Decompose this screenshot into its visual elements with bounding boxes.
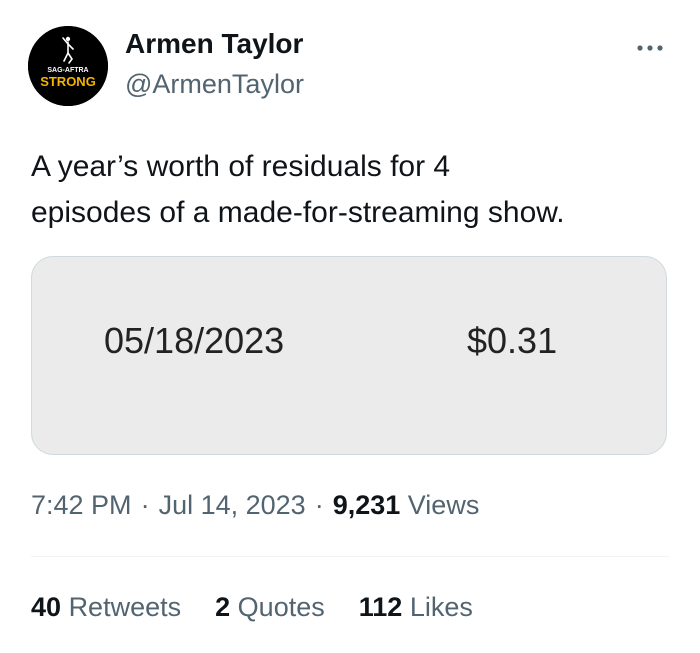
views[interactable]: 9,231 Views [333, 490, 480, 520]
meta-separator: · [314, 490, 324, 520]
display-name[interactable]: Armen Taylor [125, 27, 303, 61]
tweet-meta: 7:42 PM · Jul 14, 2023 · 9,231 Views [31, 488, 479, 522]
views-count: 9,231 [332, 490, 401, 520]
retweets-count: 40 [31, 592, 62, 622]
more-options-button[interactable] [628, 30, 672, 66]
quotes-stat[interactable]: 2 Quotes [215, 590, 325, 624]
likes-stat[interactable]: 112 Likes [359, 590, 473, 624]
engagement-stats: 40 Retweets 2 Quotes 112 Likes [31, 590, 507, 624]
payment-date: 05/18/2023 [104, 320, 285, 361]
tweet-text-line: episodes of a made-for-streaming show. [31, 196, 565, 229]
tweet-text: A year’s worth of residuals for 4 episod… [31, 144, 681, 236]
tweet-text-line: A year’s worth of residuals for 4 [31, 150, 451, 183]
quotes-count: 2 [215, 592, 231, 622]
logo-badge-text: STRONG [40, 74, 96, 89]
tweet-time-link[interactable]: 7:42 PM · Jul 14, 2023 [31, 490, 306, 520]
likes-count: 112 [358, 592, 403, 622]
retweets-label: Retweets [68, 592, 182, 622]
views-label: Views [407, 490, 480, 520]
logo-top-text: SAG-AFTRA [47, 67, 88, 74]
avatar[interactable]: SAG-AFTRA STRONG [28, 26, 108, 106]
user-handle[interactable]: @ArmenTaylor [125, 67, 304, 101]
likes-label: Likes [409, 592, 473, 622]
quotes-label: Quotes [237, 592, 325, 622]
meta-separator: · [140, 490, 150, 520]
tweet-date: Jul 14, 2023 [158, 490, 306, 520]
media-image[interactable]: 05/18/2023 $0.31 [31, 256, 667, 455]
more-icon [637, 45, 663, 51]
retweets-stat[interactable]: 40 Retweets [31, 590, 181, 624]
tweet-time: 7:42 PM [31, 490, 132, 520]
tweet-container: SAG-AFTRA STRONG Armen Taylor @ArmenTayl… [0, 0, 700, 653]
sag-aftra-logo-icon: SAG-AFTRA STRONG [28, 26, 108, 106]
payment-amount: $0.31 [467, 320, 558, 361]
divider [31, 556, 669, 557]
